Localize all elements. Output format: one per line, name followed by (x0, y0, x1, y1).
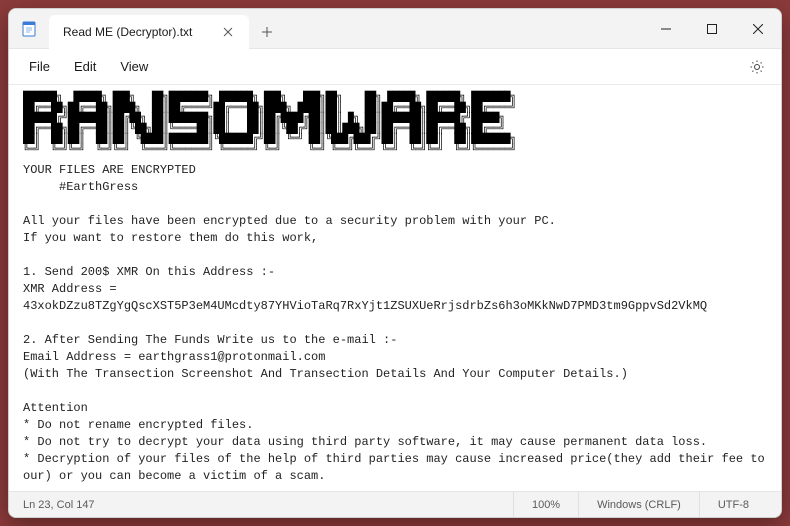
app-icon (9, 9, 49, 48)
status-zoom[interactable]: 100% (513, 492, 578, 517)
new-tab-button[interactable] (249, 15, 285, 48)
statusbar: Ln 23, Col 147 100% Windows (CRLF) UTF-8 (9, 491, 781, 517)
tab-close-button[interactable] (217, 21, 239, 43)
ransom-ascii-banner: ██████╗ █████╗ ███╗ ██╗███████╗ ██████╗ … (23, 93, 767, 156)
minimize-button[interactable] (643, 9, 689, 48)
minimize-icon (661, 24, 671, 34)
settings-button[interactable] (741, 53, 773, 81)
menubar: File Edit View (9, 49, 781, 85)
maximize-button[interactable] (689, 9, 735, 48)
status-line-ending[interactable]: Windows (CRLF) (578, 492, 699, 517)
ransom-note-text: YOUR FILES ARE ENCRYPTED #EarthGress All… (23, 162, 767, 485)
menu-view[interactable]: View (108, 53, 160, 80)
text-editor-area[interactable]: ██████╗ █████╗ ███╗ ██╗███████╗ ██████╗ … (9, 85, 781, 491)
tab-title: Read ME (Decryptor).txt (63, 25, 217, 39)
close-button[interactable] (735, 9, 781, 48)
menu-edit[interactable]: Edit (62, 53, 108, 80)
status-encoding[interactable]: UTF-8 (699, 492, 767, 517)
notepad-icon (21, 21, 37, 37)
app-window: Read ME (Decryptor).txt (8, 8, 782, 518)
window-controls (643, 9, 781, 48)
file-tab[interactable]: Read ME (Decryptor).txt (49, 15, 249, 49)
maximize-icon (707, 24, 717, 34)
status-cursor-position[interactable]: Ln 23, Col 147 (23, 499, 513, 511)
close-icon (753, 24, 763, 34)
menu-file[interactable]: File (17, 53, 62, 80)
titlebar: Read ME (Decryptor).txt (9, 9, 781, 49)
titlebar-drag-region[interactable] (285, 9, 643, 48)
plus-icon (261, 26, 273, 38)
gear-icon (749, 59, 765, 75)
close-icon (223, 27, 233, 37)
